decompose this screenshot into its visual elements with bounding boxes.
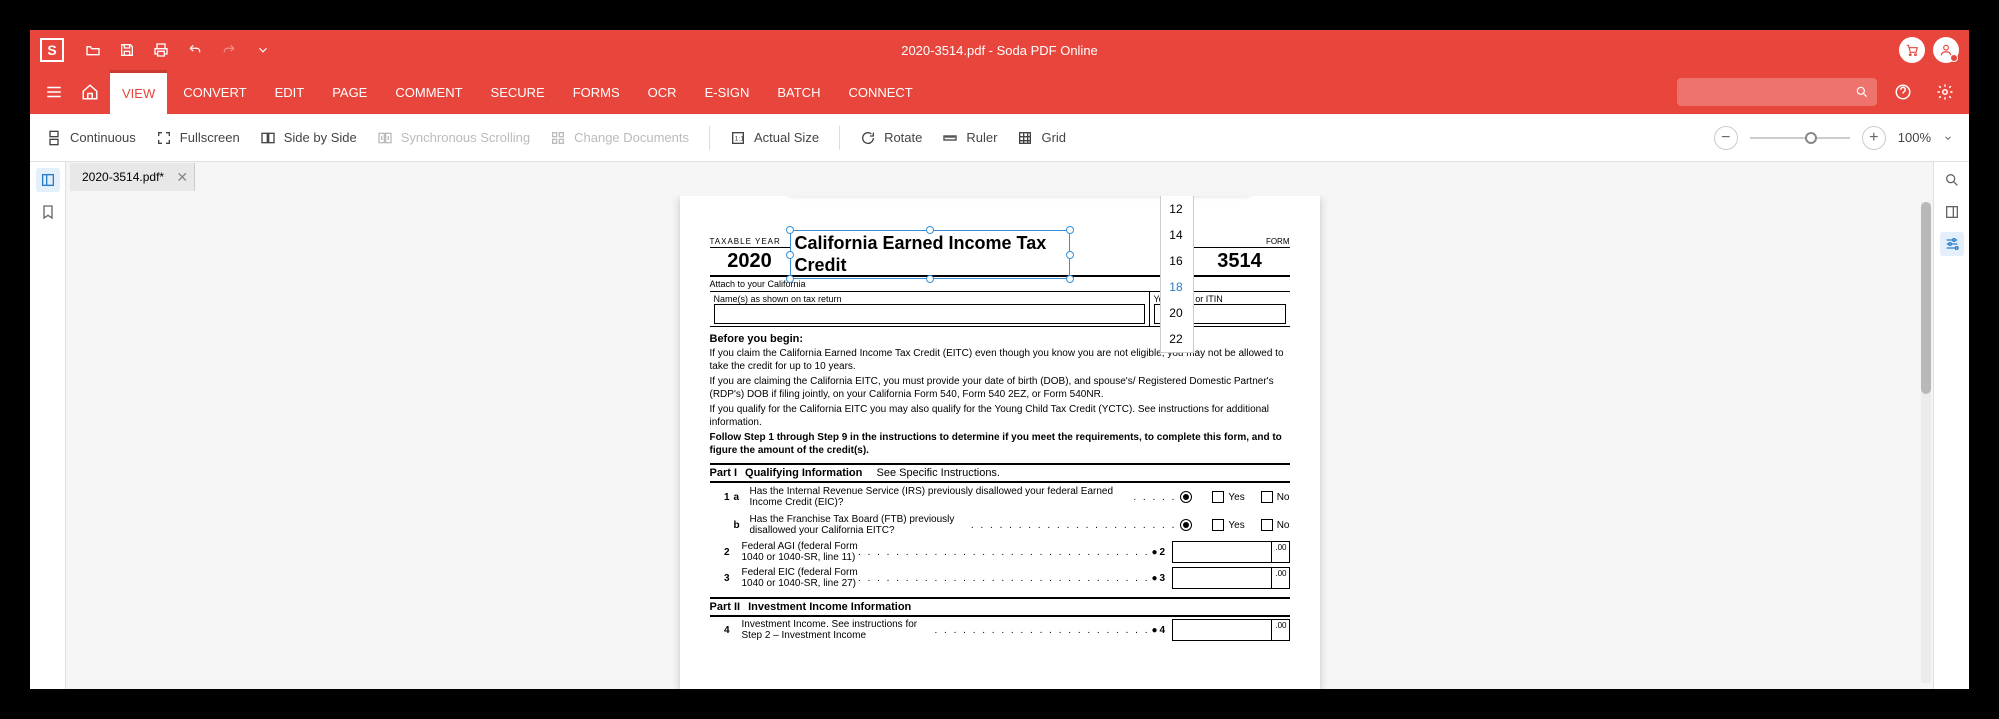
- q1a-radio[interactable]: [1180, 491, 1192, 503]
- q4-text: Investment Income. See instructions for …: [742, 619, 935, 641]
- app-logo: S: [40, 38, 64, 62]
- tab-label: 2020-3514.pdf*: [82, 170, 164, 184]
- tool-sidebyside[interactable]: Side by Side: [260, 130, 357, 146]
- close-icon[interactable]: ✕: [176, 169, 188, 186]
- account-icon[interactable]: [1933, 37, 1959, 63]
- part2-header: Part IIInvestment Income Information: [710, 597, 1290, 617]
- font-size-dropdown: 12 14 16 18 20 22: [1160, 196, 1194, 353]
- q1a-yes-checkbox[interactable]: [1212, 491, 1224, 503]
- zoom-in-button[interactable]: +: [1862, 126, 1886, 150]
- search-input[interactable]: [1677, 78, 1877, 106]
- window-title: 2020-3514.pdf - Soda PDF Online: [901, 43, 1098, 58]
- title-edit-box[interactable]: California Earned Income Tax Credit: [790, 230, 1070, 279]
- search-icon[interactable]: [1940, 168, 1964, 192]
- cart-icon[interactable]: [1899, 37, 1925, 63]
- save-icon[interactable]: [112, 35, 142, 65]
- q1b-radio[interactable]: [1180, 519, 1192, 531]
- panel-right-icon[interactable]: [1940, 200, 1964, 224]
- menu-esign[interactable]: E-SIGN: [693, 70, 762, 114]
- intro-p4: Follow Step 1 through Step 9 in the inst…: [710, 431, 1290, 457]
- intro-p3: If you qualify for the California EITC y…: [710, 403, 1290, 429]
- open-icon[interactable]: [78, 35, 108, 65]
- size-option[interactable]: 20: [1161, 300, 1193, 326]
- before-begin-heading: Before you begin:: [710, 333, 1290, 345]
- form-label: FORM: [1190, 236, 1290, 248]
- attach-note: Attach to your California: [710, 277, 1290, 292]
- menu-convert[interactable]: CONVERT: [171, 70, 258, 114]
- home-icon[interactable]: [74, 76, 106, 108]
- tax-year: 2020: [710, 248, 790, 275]
- scrollbar[interactable]: [1921, 202, 1931, 683]
- pdf-page: View Edit AISelect Text B I ✕: [680, 196, 1320, 689]
- panel-icon[interactable]: [36, 168, 60, 192]
- right-sidebar: [1933, 162, 1969, 689]
- hamburger-icon[interactable]: [38, 76, 70, 108]
- q1b-text: Has the Franchise Tax Board (FTB) previo…: [750, 514, 967, 536]
- sliders-icon[interactable]: [1940, 232, 1964, 256]
- titlebar: S 2020-3514.pdf - Soda PDF Online: [30, 30, 1969, 70]
- menu-page[interactable]: PAGE: [320, 70, 379, 114]
- tool-grid[interactable]: Grid: [1017, 130, 1066, 146]
- document-tab[interactable]: 2020-3514.pdf* ✕: [70, 163, 195, 191]
- settings-icon[interactable]: [1929, 76, 1961, 108]
- menu-secure[interactable]: SECURE: [479, 70, 557, 114]
- names-label: Name(s) as shown on tax return: [714, 294, 1145, 304]
- taxable-year-label: TAXABLE YEAR: [710, 236, 790, 248]
- tool-rotate[interactable]: Rotate: [860, 130, 922, 146]
- part1-header: Part IQualifying Information See Specifi…: [710, 463, 1290, 483]
- menu-connect[interactable]: CONNECT: [836, 70, 924, 114]
- svg-text:1:1: 1:1: [735, 135, 745, 142]
- bookmark-icon[interactable]: [36, 200, 60, 224]
- size-option[interactable]: 14: [1161, 222, 1193, 248]
- q2-text: Federal AGI (federal Form 1040 or 1040-S…: [742, 541, 859, 563]
- menu-forms[interactable]: FORMS: [561, 70, 632, 114]
- q1a-no-checkbox[interactable]: [1261, 491, 1273, 503]
- q4-amount[interactable]: [1172, 619, 1272, 641]
- tool-continuous[interactable]: Continuous: [46, 130, 136, 146]
- tool-actualsize[interactable]: 1:1Actual Size: [730, 130, 819, 146]
- tool-syncscroll: Synchronous Scrolling: [377, 130, 530, 146]
- left-sidebar: [30, 162, 66, 689]
- view-toolbar: Continuous Fullscreen Side by Side Synch…: [30, 114, 1969, 162]
- size-option[interactable]: 22: [1161, 326, 1193, 352]
- q1a-text: Has the Internal Revenue Service (IRS) p…: [750, 486, 1130, 508]
- q1b-no-checkbox[interactable]: [1261, 519, 1273, 531]
- print-icon[interactable]: [146, 35, 176, 65]
- undo-icon[interactable]: [180, 35, 210, 65]
- tool-changedocs: Change Documents: [550, 130, 689, 146]
- help-icon[interactable]: [1887, 76, 1919, 108]
- zoom-out-button[interactable]: −: [1714, 126, 1738, 150]
- menu-ocr[interactable]: OCR: [636, 70, 689, 114]
- document-canvas[interactable]: View Edit AISelect Text B I ✕: [70, 196, 1929, 689]
- chevron-down-icon[interactable]: [1943, 133, 1953, 143]
- size-option[interactable]: 18: [1161, 274, 1193, 300]
- q2-amount[interactable]: [1172, 541, 1272, 563]
- tool-fullscreen[interactable]: Fullscreen: [156, 130, 240, 146]
- menu-view[interactable]: VIEW: [110, 70, 167, 114]
- q1b-yes-checkbox[interactable]: [1212, 519, 1224, 531]
- menu-batch[interactable]: BATCH: [765, 70, 832, 114]
- intro-p2: If you are claiming the California EITC,…: [710, 375, 1290, 401]
- size-option[interactable]: 16: [1161, 248, 1193, 274]
- q3-text: Federal EIC (federal Form 1040 or 1040-S…: [742, 567, 859, 589]
- size-option[interactable]: 12: [1161, 196, 1193, 222]
- menubar: VIEW CONVERT EDIT PAGE COMMENT SECURE FO…: [30, 70, 1969, 114]
- more-icon[interactable]: [248, 35, 278, 65]
- name-input[interactable]: [714, 304, 1145, 324]
- menu-edit[interactable]: EDIT: [263, 70, 317, 114]
- form-number: 3514: [1190, 248, 1290, 275]
- tool-ruler[interactable]: Ruler: [942, 130, 997, 146]
- intro-p1: If you claim the California Earned Incom…: [710, 347, 1290, 373]
- redo-icon[interactable]: [214, 35, 244, 65]
- q3-amount[interactable]: [1172, 567, 1272, 589]
- menu-comment[interactable]: COMMENT: [383, 70, 474, 114]
- zoom-value[interactable]: 100%: [1898, 130, 1931, 145]
- zoom-slider[interactable]: [1750, 137, 1850, 139]
